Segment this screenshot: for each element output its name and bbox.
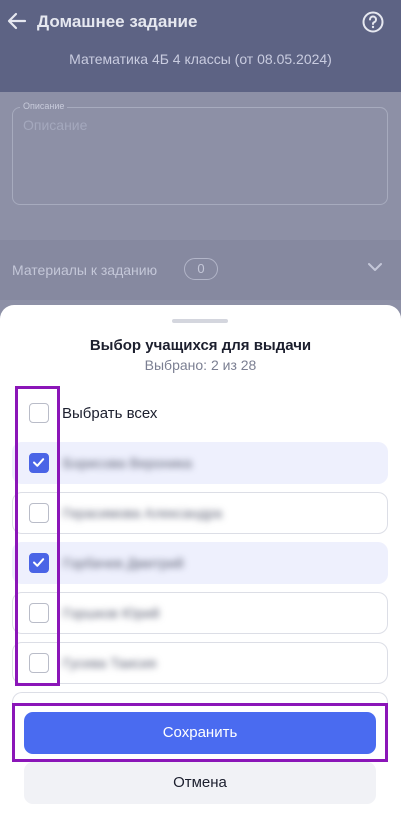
student-row[interactable]: Горшков Юрий [12, 592, 388, 634]
save-button-highlight [12, 703, 388, 762]
sheet-title: Выбор учащихся для выдачи [89, 337, 312, 354]
student-row[interactable]: Борисова Вероника [12, 442, 388, 484]
page-title: Домашнее задание [37, 12, 198, 31]
description-label: Описание [20, 101, 68, 111]
materials-count-badge: 0 [184, 258, 218, 280]
cancel-button[interactable]: Отмена [24, 762, 376, 804]
help-icon[interactable] [362, 11, 384, 33]
page-subtitle: Математика 4Б 4 классы (от 08.05.2024) [69, 51, 332, 67]
student-name: Борисова Вероника [63, 455, 192, 471]
student-name: Горбачев Дмитрий [63, 555, 184, 571]
selected-count: Выбрано: 2 из 28 [144, 357, 257, 373]
student-name: Герасимова Александра [63, 505, 223, 521]
chevron-down-icon[interactable] [366, 260, 384, 274]
materials-label: Материалы к заданию [12, 262, 158, 278]
student-row[interactable]: Гусева Таисия [12, 642, 388, 684]
student-name: Гусева Таисия [63, 655, 157, 671]
checkbox-column-highlight [15, 386, 60, 686]
select-all-label: Выбрать всех [62, 405, 158, 422]
student-row[interactable]: Герасимова Александра [12, 492, 388, 534]
student-name: Горшков Юрий [63, 605, 160, 621]
back-arrow-icon[interactable] [6, 10, 28, 32]
description-placeholder: Описание [23, 117, 88, 133]
student-row[interactable]: Горбачев Дмитрий [12, 542, 388, 584]
sheet-grabber[interactable] [172, 319, 228, 323]
student-select-sheet: Выбор учащихся для выдачи Выбрано: 2 из … [0, 305, 401, 814]
